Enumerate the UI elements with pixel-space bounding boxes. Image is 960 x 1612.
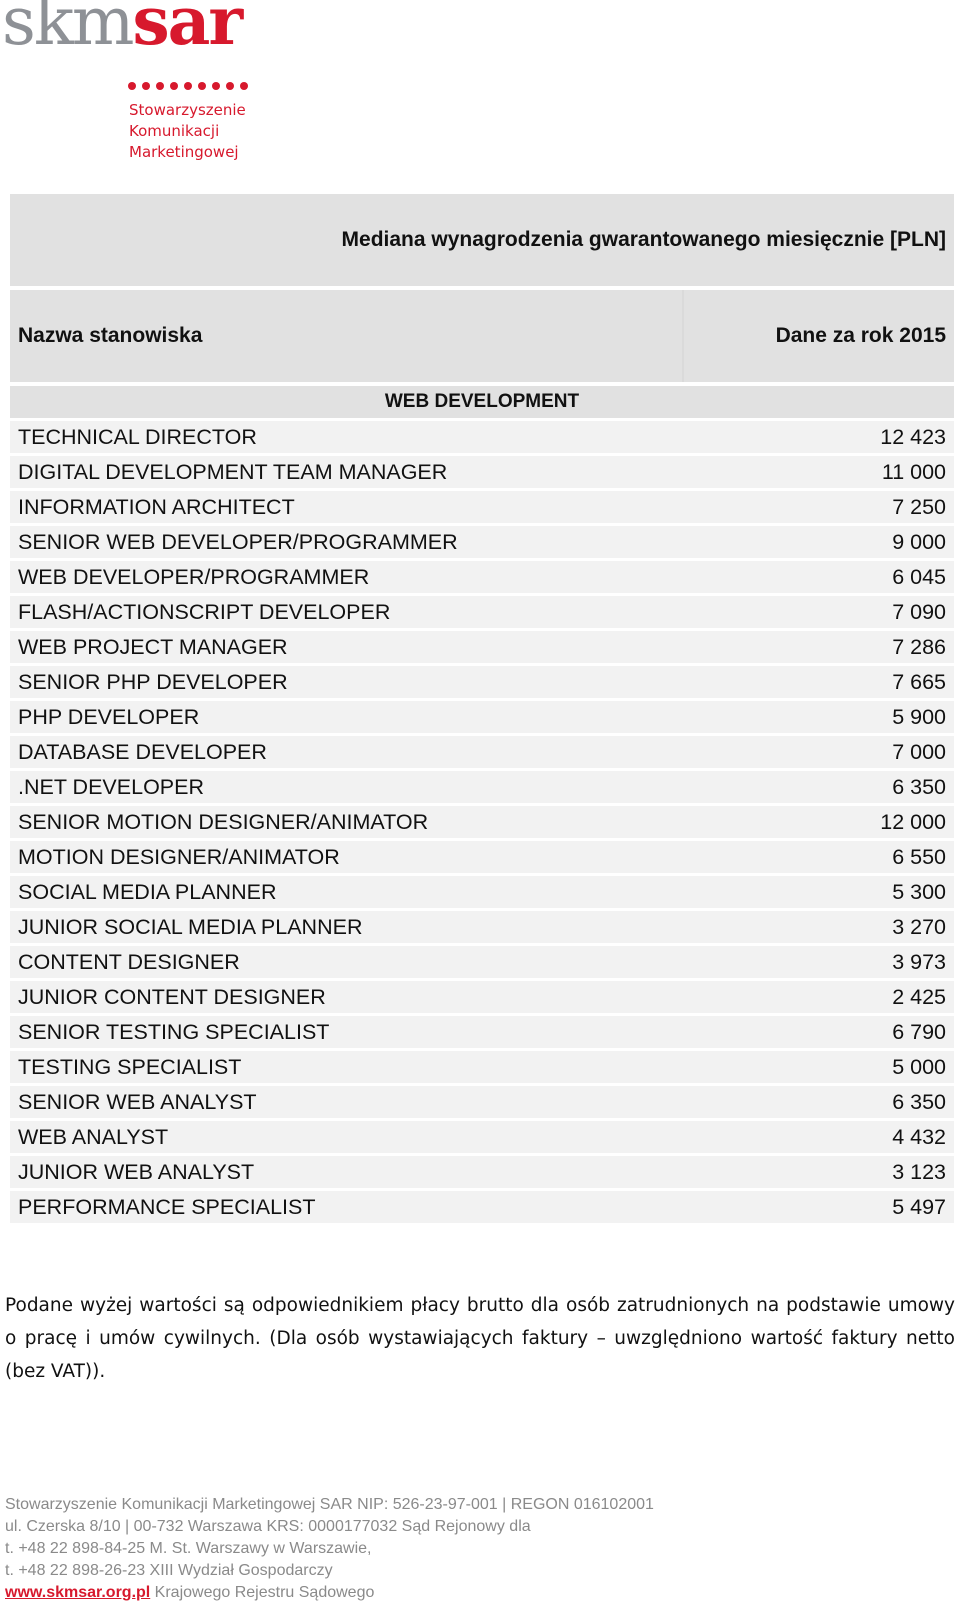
footer-line-rest: Krajowego Rejestru Sądowego xyxy=(150,1584,375,1601)
salary-value: 7 250 xyxy=(892,494,946,519)
salary-value: 3 973 xyxy=(892,949,946,974)
position-name: PERFORMANCE SPECIALIST xyxy=(18,1194,316,1219)
salary-value: 7 090 xyxy=(892,599,946,624)
salary-value: 7 286 xyxy=(892,634,946,659)
position-name: SENIOR MOTION DESIGNER/ANIMATOR xyxy=(18,809,429,834)
position-name: JUNIOR SOCIAL MEDIA PLANNER xyxy=(18,914,363,939)
salary-value: 3 123 xyxy=(892,1159,946,1184)
logo-dots-icon xyxy=(128,82,248,90)
position-name: TECHNICAL DIRECTOR xyxy=(18,424,257,449)
position-name: SENIOR WEB ANALYST xyxy=(18,1089,257,1114)
position-name: .NET DEVELOPER xyxy=(18,774,204,799)
position-name: MOTION DESIGNER/ANIMATOR xyxy=(18,844,340,869)
position-name: WEB ANALYST xyxy=(18,1124,169,1149)
table-row: DATABASE DEVELOPER 7 000 xyxy=(10,736,954,768)
table-row: MOTION DESIGNER/ANIMATOR 6 550 xyxy=(10,841,954,873)
salary-table: Mediana wynagrodzenia gwarantowanego mie… xyxy=(10,194,954,1223)
table-row: TECHNICAL DIRECTOR 12 423 xyxy=(10,421,954,453)
salary-value: 6 045 xyxy=(892,564,946,589)
salary-value: 4 432 xyxy=(892,1124,946,1149)
table-row: JUNIOR WEB ANALYST 3 123 xyxy=(10,1156,954,1188)
table-row: SENIOR WEB ANALYST 6 350 xyxy=(10,1086,954,1118)
salary-value: 11 000 xyxy=(881,459,946,484)
table-row: PERFORMANCE SPECIALIST 5 497 xyxy=(10,1191,954,1223)
table-title: Mediana wynagrodzenia gwarantowanego mie… xyxy=(10,194,954,286)
table-row: SENIOR TESTING SPECIALIST 6 790 xyxy=(10,1016,954,1048)
table-row: DIGITAL DEVELOPMENT TEAM MANAGER 11 000 xyxy=(10,456,954,488)
logo-subtitle-line: Komunikacji xyxy=(129,122,220,140)
salary-value: 6 350 xyxy=(892,1089,946,1114)
salary-value: 5 900 xyxy=(892,704,946,729)
position-name: JUNIOR WEB ANALYST xyxy=(18,1159,255,1184)
salary-value: 2 425 xyxy=(892,984,946,1009)
salary-value: 5 497 xyxy=(892,1194,946,1219)
footer-line: t. +48 22 898-26-23 XIII Wydział Gospoda… xyxy=(5,1562,333,1579)
table-body: TECHNICAL DIRECTOR 12 423 DIGITAL DEVELOPM… xyxy=(10,421,954,1223)
footer-contact: Stowarzyszenie Komunikacji Marketingowej… xyxy=(5,1494,654,1604)
position-name: SENIOR PHP DEVELOPER xyxy=(18,669,288,694)
logo-word-red: sar xyxy=(132,0,243,60)
salary-value: 5 300 xyxy=(892,879,946,904)
table-header: Nazwa stanowiska Dane za rok 2015 xyxy=(10,290,954,382)
skmsar-logo: skmsar Stowarzyszenie Komunikacji Market… xyxy=(0,0,260,170)
footer-line: www.skmsar.org.pl Krajowego Rejestru Sąd… xyxy=(5,1582,654,1604)
table-row: JUNIOR CONTENT DESIGNER 2 425 xyxy=(10,981,954,1013)
position-name: PHP DEVELOPER xyxy=(18,704,200,729)
table-row: TESTING SPECIALIST 5 000 xyxy=(10,1051,954,1083)
position-name: DATABASE DEVELOPER xyxy=(18,739,267,764)
table-row: INFORMATION ARCHITECT 7 250 xyxy=(10,491,954,523)
salary-value: 5 000 xyxy=(892,1054,946,1079)
position-name: JUNIOR CONTENT DESIGNER xyxy=(18,984,326,1009)
position-name: TESTING SPECIALIST xyxy=(18,1054,242,1079)
section-header: WEB DEVELOPMENT xyxy=(10,386,954,418)
position-name: FLASH/ACTIONSCRIPT DEVELOPER xyxy=(18,599,391,624)
logo-subtitle-line: Stowarzyszenie xyxy=(129,101,246,119)
logo-wordmark: skmsar xyxy=(2,0,243,55)
website-link[interactable]: www.skmsar.org.pl xyxy=(5,1584,150,1601)
position-name: INFORMATION ARCHITECT xyxy=(18,494,295,519)
position-name: DIGITAL DEVELOPMENT TEAM MANAGER xyxy=(18,459,448,484)
table-row: FLASH/ACTIONSCRIPT DEVELOPER 7 090 xyxy=(10,596,954,628)
salary-value: 7 665 xyxy=(892,669,946,694)
logo-subtitle-line: Marketingowej xyxy=(129,143,239,161)
position-name: SENIOR TESTING SPECIALIST xyxy=(18,1019,330,1044)
table-row: .NET DEVELOPER 6 350 xyxy=(10,771,954,803)
salary-value: 12 000 xyxy=(880,809,946,834)
column-header-position: Nazwa stanowiska xyxy=(10,290,682,382)
table-row: PHP DEVELOPER 5 900 xyxy=(10,701,954,733)
salary-value: 3 270 xyxy=(892,914,946,939)
salary-value: 9 000 xyxy=(892,529,946,554)
salary-value: 7 000 xyxy=(892,739,946,764)
position-name: SOCIAL MEDIA PLANNER xyxy=(18,879,277,904)
table-row: SENIOR MOTION DESIGNER/ANIMATOR 12 000 xyxy=(10,806,954,838)
column-header-year: Dane za rok 2015 xyxy=(682,290,954,382)
table-row: SENIOR PHP DEVELOPER 7 665 xyxy=(10,666,954,698)
salary-value: 6 550 xyxy=(892,844,946,869)
table-row: WEB PROJECT MANAGER 7 286 xyxy=(10,631,954,663)
footer-line: ul. Czerska 8/10 | 00-732 Warszawa KRS: … xyxy=(5,1518,531,1535)
salary-value: 6 790 xyxy=(892,1019,946,1044)
table-row: WEB ANALYST 4 432 xyxy=(10,1121,954,1153)
logo-subtitle: Stowarzyszenie Komunikacji Marketingowej xyxy=(129,100,246,163)
position-name: SENIOR WEB DEVELOPER/PROGRAMMER xyxy=(18,529,458,554)
table-row: WEB DEVELOPER/PROGRAMMER 6 045 xyxy=(10,561,954,593)
salary-value: 12 423 xyxy=(880,424,946,449)
table-row: CONTENT DESIGNER 3 973 xyxy=(10,946,954,978)
table-row: SOCIAL MEDIA PLANNER 5 300 xyxy=(10,876,954,908)
table-row: JUNIOR SOCIAL MEDIA PLANNER 3 270 xyxy=(10,911,954,943)
table-row: SENIOR WEB DEVELOPER/PROGRAMMER 9 000 xyxy=(10,526,954,558)
position-name: WEB PROJECT MANAGER xyxy=(18,634,288,659)
logo-word-gray: skm xyxy=(2,0,134,60)
footer-line: Stowarzyszenie Komunikacji Marketingowej… xyxy=(5,1496,654,1513)
position-name: CONTENT DESIGNER xyxy=(18,949,240,974)
salary-value: 6 350 xyxy=(892,774,946,799)
footnote: Podane wyżej wartości są odpowiednikiem … xyxy=(5,1295,955,1382)
position-name: WEB DEVELOPER/PROGRAMMER xyxy=(18,564,370,589)
footer-line: t. +48 22 898-84-25 M. St. Warszawy w Wa… xyxy=(5,1540,372,1557)
